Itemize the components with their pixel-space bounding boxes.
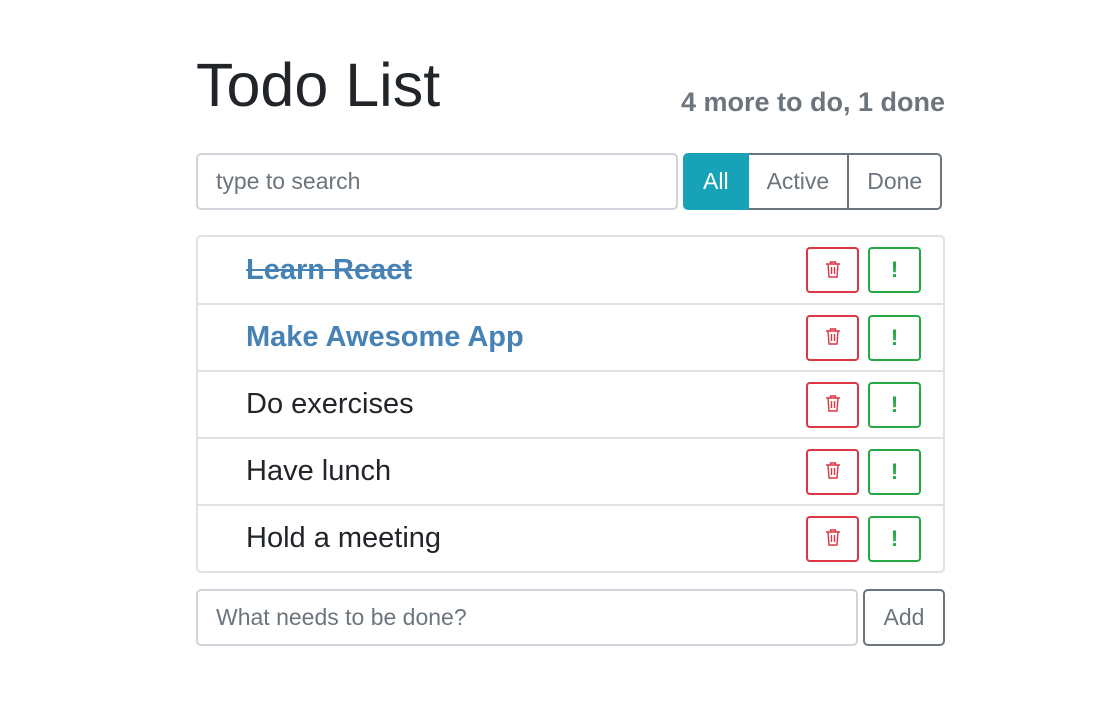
todo-actions: ! xyxy=(806,381,921,428)
page-title: Todo List xyxy=(196,51,441,119)
todo-item: Hold a meeting ! xyxy=(198,504,943,571)
todo-list: Learn React ! Make Awesome App ! Do exer… xyxy=(196,235,945,573)
todo-actions: ! xyxy=(806,515,921,562)
status-filter: All Active Done xyxy=(683,153,943,210)
exclamation-icon: ! xyxy=(890,391,899,417)
mark-important-button[interactable]: ! xyxy=(868,448,921,495)
delete-button[interactable] xyxy=(806,448,859,495)
new-todo-input[interactable] xyxy=(196,589,858,646)
todo-actions: ! xyxy=(806,448,921,495)
app-header: Todo List 4 more to do, 1 done xyxy=(196,40,945,120)
filter-done-button[interactable]: Done xyxy=(847,153,943,210)
todo-item: Learn React ! xyxy=(198,237,943,303)
exclamation-icon: ! xyxy=(890,525,899,551)
trash-icon xyxy=(825,394,841,415)
todo-status: 4 more to do, 1 done xyxy=(680,87,945,117)
todo-actions: ! xyxy=(806,314,921,361)
trash-icon xyxy=(825,528,841,549)
delete-button[interactable] xyxy=(806,247,859,293)
add-item-form: Add xyxy=(196,589,945,646)
todo-item: Have lunch ! xyxy=(198,437,943,504)
mark-important-button[interactable]: ! xyxy=(868,515,921,562)
todo-item: Make Awesome App ! xyxy=(198,303,943,370)
todo-label[interactable]: Do exercises xyxy=(246,388,414,421)
todo-label[interactable]: Make Awesome App xyxy=(246,321,524,354)
todo-actions: ! xyxy=(806,247,921,293)
mark-important-button[interactable]: ! xyxy=(868,381,921,428)
filter-active-button[interactable]: Active xyxy=(746,153,850,210)
exclamation-icon: ! xyxy=(890,324,899,350)
todo-label[interactable]: Hold a meeting xyxy=(246,522,441,555)
todo-label[interactable]: Have lunch xyxy=(246,455,391,488)
exclamation-icon: ! xyxy=(890,458,899,484)
trash-icon xyxy=(825,260,841,281)
mark-important-button[interactable]: ! xyxy=(868,247,921,293)
exclamation-icon: ! xyxy=(890,257,899,282)
mark-important-button[interactable]: ! xyxy=(868,314,921,361)
search-panel: All Active Done xyxy=(196,153,945,210)
delete-button[interactable] xyxy=(806,381,859,428)
todo-item: Do exercises ! xyxy=(198,370,943,437)
trash-icon xyxy=(825,327,841,348)
todo-label[interactable]: Learn React xyxy=(246,254,412,287)
delete-button[interactable] xyxy=(806,515,859,562)
add-button[interactable]: Add xyxy=(863,589,945,646)
todo-app: Todo List 4 more to do, 1 done All Activ… xyxy=(196,40,945,646)
delete-button[interactable] xyxy=(806,314,859,361)
filter-all-button[interactable]: All xyxy=(683,153,749,210)
trash-icon xyxy=(825,461,841,482)
search-input[interactable] xyxy=(196,153,678,210)
